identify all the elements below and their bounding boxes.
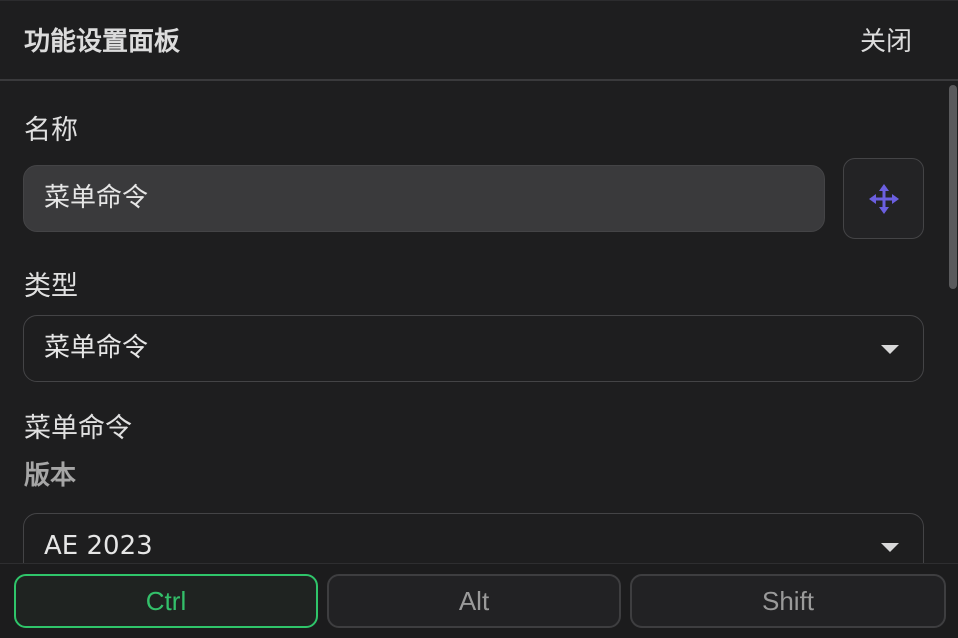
- version-select[interactable]: AE 2023: [23, 513, 924, 563]
- chevron-down-icon: [881, 543, 899, 552]
- chevron-down-icon: [881, 345, 899, 354]
- shift-modifier-button[interactable]: Shift: [630, 574, 946, 628]
- close-button[interactable]: 关闭: [860, 27, 912, 57]
- name-input[interactable]: 菜单命令: [23, 165, 825, 232]
- panel-header: 功能设置面板 关闭: [0, 1, 958, 81]
- type-label: 类型: [24, 271, 78, 302]
- scrollbar-thumb[interactable]: [949, 85, 957, 289]
- version-label: 版本: [24, 461, 77, 491]
- version-select-value: AE 2023: [44, 531, 153, 561]
- modifier-bar: Ctrl Alt Shift: [0, 563, 958, 638]
- move-button[interactable]: [843, 158, 924, 239]
- type-select[interactable]: 菜单命令: [23, 315, 924, 382]
- section-title: 菜单命令: [24, 413, 132, 444]
- panel-title: 功能设置面板: [24, 27, 181, 57]
- ctrl-modifier-button[interactable]: Ctrl: [14, 574, 318, 628]
- name-label: 名称: [24, 115, 78, 146]
- move-arrows-icon: [868, 183, 899, 214]
- alt-modifier-button[interactable]: Alt: [327, 574, 621, 628]
- type-select-value: 菜单命令: [44, 333, 149, 363]
- panel-content: 名称 菜单命令 类型 菜单命令 菜单命令 版本 AE 2023: [0, 83, 958, 563]
- settings-panel: 功能设置面板 关闭 名称 菜单命令 类型 菜单命令 菜单命令 版本 AE 202…: [0, 0, 958, 638]
